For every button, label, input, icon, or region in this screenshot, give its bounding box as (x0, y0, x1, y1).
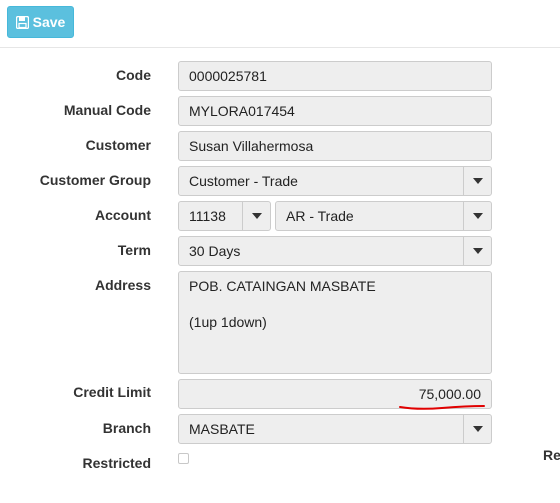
credit-limit-field[interactable]: 75,000.00 (178, 379, 492, 409)
term-select[interactable]: 30 Days (178, 236, 492, 266)
customer-group-label: Customer Group (39, 172, 151, 188)
address-line-1: POB. CATAINGAN MASBATE (189, 278, 376, 294)
account-name-value: AR - Trade (286, 208, 354, 224)
toolbar: Save (0, 0, 560, 48)
right-column-label: Re (543, 447, 560, 463)
chevron-down-icon[interactable] (242, 202, 270, 230)
manual-code-value: MYLORA017454 (189, 103, 295, 119)
customer-label: Customer (85, 137, 151, 153)
term-label: Term (117, 242, 151, 258)
credit-limit-value: 75,000.00 (418, 386, 481, 402)
account-label: Account (95, 207, 151, 223)
chevron-down-icon[interactable] (463, 237, 491, 265)
customer-value: Susan Villahermosa (189, 138, 314, 154)
address-label: Address (94, 277, 151, 293)
branch-select[interactable]: MASBATE (178, 414, 492, 444)
chevron-down-icon[interactable] (463, 167, 491, 195)
save-button-label: Save (32, 14, 66, 30)
code-field[interactable]: 0000025781 (178, 61, 492, 91)
manual-code-field[interactable]: MYLORA017454 (178, 96, 492, 126)
manual-code-label: Manual Code (63, 102, 151, 118)
branch-label: Branch (102, 420, 151, 436)
customer-group-value: Customer - Trade (189, 173, 298, 189)
address-line-2: (1up 1down) (189, 314, 267, 330)
save-button[interactable]: Save (7, 6, 74, 38)
restricted-label: Restricted (82, 455, 151, 471)
chevron-down-icon[interactable] (463, 415, 491, 443)
account-code-select[interactable]: 11138 (178, 201, 271, 231)
code-label: Code (116, 67, 151, 83)
chevron-down-icon[interactable] (463, 202, 491, 230)
restricted-checkbox[interactable] (178, 453, 189, 464)
term-value: 30 Days (189, 243, 241, 259)
floppy-disk-icon (15, 15, 29, 29)
credit-limit-label: Credit Limit (73, 384, 151, 400)
code-value: 0000025781 (189, 68, 267, 84)
customer-field[interactable]: Susan Villahermosa (178, 131, 492, 161)
address-textarea[interactable]: POB. CATAINGAN MASBATE (1up 1down) (178, 271, 492, 374)
account-name-select[interactable]: AR - Trade (275, 201, 492, 231)
customer-group-select[interactable]: Customer - Trade (178, 166, 492, 196)
account-code-value: 11138 (189, 208, 226, 224)
branch-value: MASBATE (189, 421, 255, 437)
